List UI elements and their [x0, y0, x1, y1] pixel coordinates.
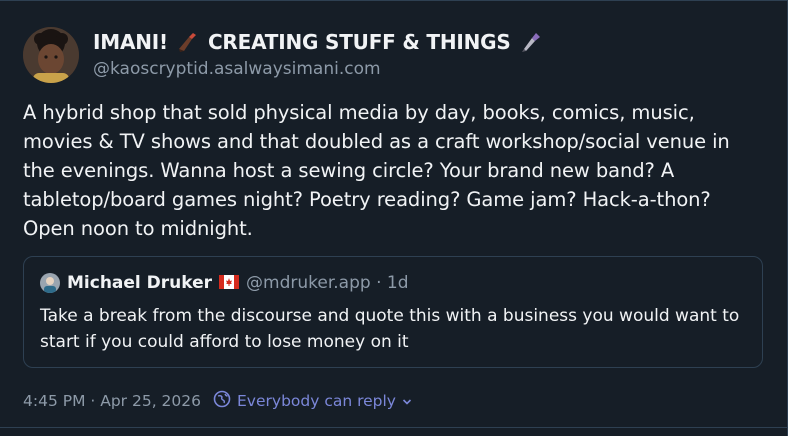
- quoted-author-name: Michael Druker: [67, 273, 213, 293]
- writing-hand-icon: [176, 30, 200, 54]
- post-timestamp[interactable]: 4:45 PM · Apr 25, 2026: [23, 392, 201, 410]
- globe-icon: [213, 390, 231, 412]
- quoted-author-avatar: [40, 273, 60, 293]
- quoted-post-header: Michael Druker @mdruker.app · 1d: [40, 273, 409, 293]
- post-body-text: A hybrid shop that sold physical media b…: [23, 101, 730, 240]
- divider: [0, 427, 788, 428]
- post-author[interactable]: IMANI! CREATING STUFF & THINGS @kaoscryp…: [93, 28, 543, 80]
- reply-settings-button[interactable]: Everybody can reply: [213, 390, 412, 412]
- author-handle[interactable]: @kaoscryptid.asalwaysimani.com: [93, 58, 543, 80]
- fountain-pen-icon: [519, 30, 543, 54]
- quoted-post-text: Take a break from the discourse and quot…: [40, 306, 740, 352]
- author-display-name[interactable]: IMANI! CREATING STUFF & THINGS: [93, 28, 543, 56]
- divider: [0, 0, 788, 1]
- author-avatar[interactable]: [23, 27, 79, 83]
- quoted-post[interactable]: Michael Druker @mdruker.app · 1d Take a …: [23, 256, 763, 368]
- reply-settings-label: Everybody can reply: [237, 392, 396, 410]
- author-name-suffix: CREATING STUFF & THINGS: [207, 30, 511, 54]
- author-name-text: IMANI!: [93, 30, 168, 54]
- canada-flag-icon: [219, 274, 240, 293]
- post-thread-item: IMANI! CREATING STUFF & THINGS @kaoscryp…: [0, 0, 788, 436]
- chevron-down-icon: [402, 392, 412, 410]
- post-meta: 4:45 PM · Apr 25, 2026 Everybody can rep…: [23, 390, 412, 412]
- quoted-author-handle-time: @mdruker.app · 1d: [246, 273, 409, 293]
